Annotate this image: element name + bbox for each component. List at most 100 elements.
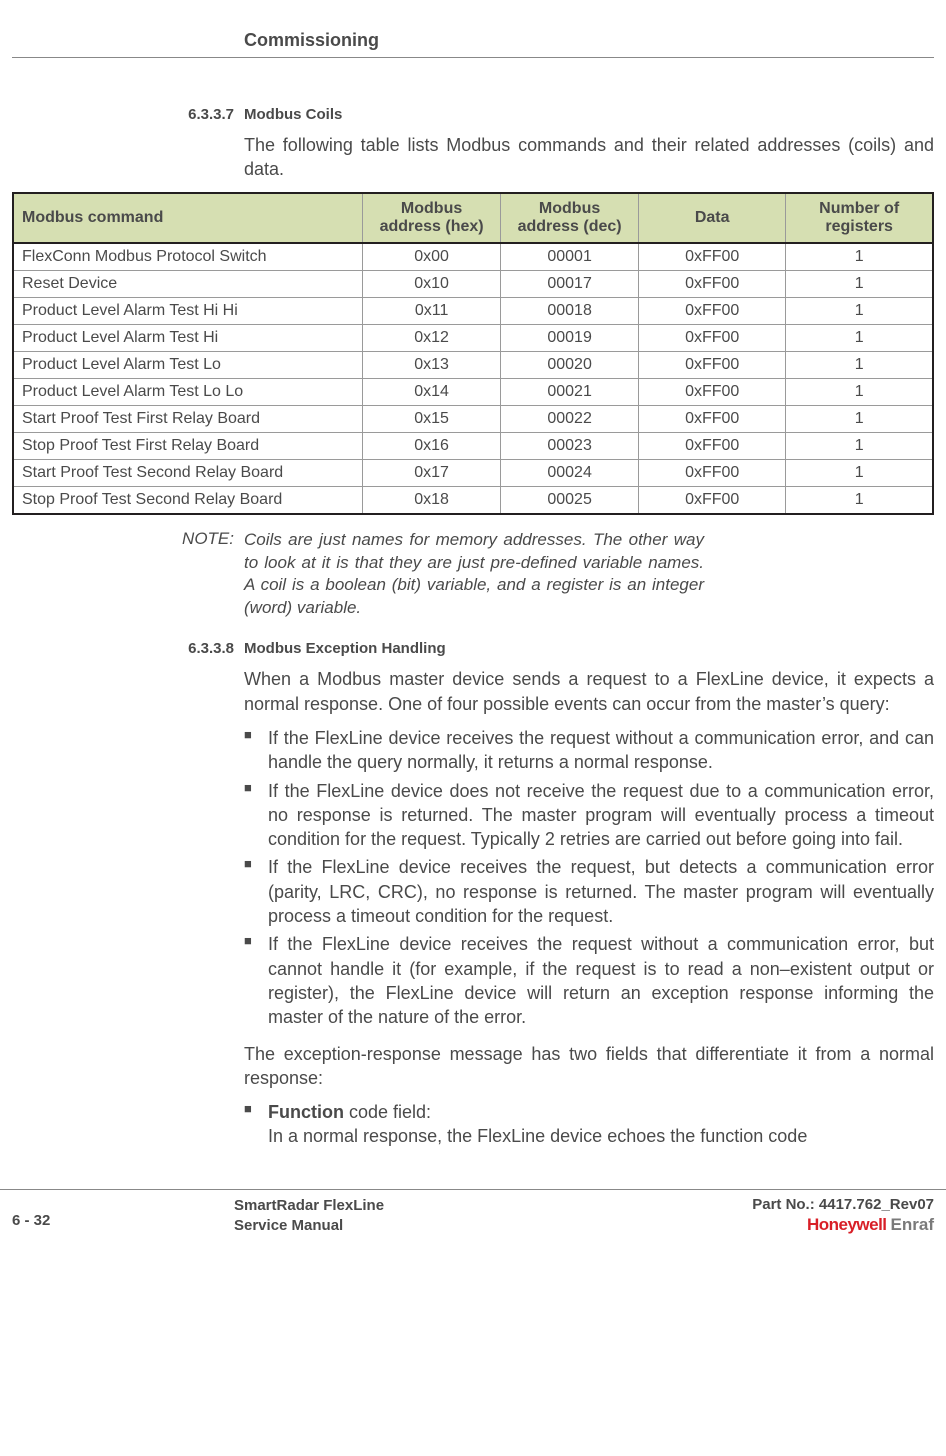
- col-header-addr-dec: Modbus address (dec): [501, 193, 639, 243]
- table-cell: 0xFF00: [639, 459, 786, 486]
- page-footer: 6 - 32 SmartRadar FlexLine Service Manua…: [0, 1189, 946, 1237]
- table-cell: 1: [786, 297, 933, 324]
- table-cell: Stop Proof Test Second Relay Board: [13, 486, 363, 514]
- table-cell: 0x18: [363, 486, 501, 514]
- table-header-row: Modbus command Modbus address (hex) Modb…: [13, 193, 933, 243]
- function-rest: code field:: [344, 1102, 431, 1122]
- brand-enraf: Enraf: [891, 1215, 934, 1234]
- table-cell: 0xFF00: [639, 486, 786, 514]
- note-block: NOTE: Coils are just names for memory ad…: [12, 529, 934, 621]
- list-item: If the FlexLine device receives the requ…: [244, 932, 934, 1029]
- table-cell: 1: [786, 459, 933, 486]
- section-heading-6-3-3-8: 6.3.3.8 Modbus Exception Handling: [12, 640, 934, 657]
- table-cell: Product Level Alarm Test Lo Lo: [13, 378, 363, 405]
- table-cell: Product Level Alarm Test Lo: [13, 351, 363, 378]
- chapter-title: Commissioning: [244, 30, 934, 51]
- table-cell: 0x11: [363, 297, 501, 324]
- table-cell: 0xFF00: [639, 378, 786, 405]
- table-cell: 0x17: [363, 459, 501, 486]
- table-row: Product Level Alarm Test Lo Lo0x14000210…: [13, 378, 933, 405]
- section-number: 6.3.3.8: [12, 640, 244, 657]
- table-cell: 1: [786, 351, 933, 378]
- list-item: Function code field: In a normal respons…: [244, 1100, 934, 1149]
- footer-right: Part No.: 4417.762_Rev07 HoneywellEnraf: [752, 1196, 934, 1235]
- table-cell: 0xFF00: [639, 405, 786, 432]
- table-cell: Product Level Alarm Test Hi: [13, 324, 363, 351]
- table-row: Start Proof Test First Relay Board0x1500…: [13, 405, 933, 432]
- function-body: In a normal response, the FlexLine devic…: [268, 1126, 807, 1146]
- table-cell: 0xFF00: [639, 270, 786, 297]
- table-cell: Stop Proof Test First Relay Board: [13, 432, 363, 459]
- table-row: Reset Device0x10000170xFF001: [13, 270, 933, 297]
- table-cell: 0xFF00: [639, 324, 786, 351]
- table-cell: Product Level Alarm Test Hi Hi: [13, 297, 363, 324]
- table-cell: 00021: [501, 378, 639, 405]
- table-cell: 1: [786, 243, 933, 271]
- table-row: Product Level Alarm Test Hi Hi0x11000180…: [13, 297, 933, 324]
- section-paragraph: The exception-response message has two f…: [244, 1042, 934, 1091]
- table-cell: 1: [786, 324, 933, 351]
- table-cell: 00022: [501, 405, 639, 432]
- table-cell: 00023: [501, 432, 639, 459]
- part-number: Part No.: 4417.762_Rev07: [752, 1196, 934, 1213]
- table-cell: 0x13: [363, 351, 501, 378]
- table-cell: 0x00: [363, 243, 501, 271]
- brand-honeywell: Honeywell: [807, 1215, 887, 1234]
- table-cell: Start Proof Test First Relay Board: [13, 405, 363, 432]
- table-cell: 00017: [501, 270, 639, 297]
- section-paragraph: When a Modbus master device sends a requ…: [244, 667, 934, 716]
- table-cell: 0x14: [363, 378, 501, 405]
- footer-title-line1: SmartRadar FlexLine: [234, 1196, 752, 1216]
- table-row: FlexConn Modbus Protocol Switch0x0000001…: [13, 243, 933, 271]
- table-cell: 00018: [501, 297, 639, 324]
- table-cell: Reset Device: [13, 270, 363, 297]
- table-cell: 00025: [501, 486, 639, 514]
- table-cell: 0x16: [363, 432, 501, 459]
- section-title: Modbus Coils: [244, 106, 342, 123]
- col-header-addr-hex: Modbus address (hex): [363, 193, 501, 243]
- table-row: Stop Proof Test Second Relay Board0x1800…: [13, 486, 933, 514]
- list-item: If the FlexLine device receives the requ…: [244, 855, 934, 928]
- table-cell: 00020: [501, 351, 639, 378]
- table-cell: 00024: [501, 459, 639, 486]
- table-row: Product Level Alarm Test Hi0x12000190xFF…: [13, 324, 933, 351]
- brand-logo: HoneywellEnraf: [752, 1215, 934, 1235]
- table-row: Start Proof Test Second Relay Board0x170…: [13, 459, 933, 486]
- function-field-list: Function code field: In a normal respons…: [244, 1100, 934, 1149]
- table-cell: Start Proof Test Second Relay Board: [13, 459, 363, 486]
- table-cell: 1: [786, 405, 933, 432]
- table-cell: 00019: [501, 324, 639, 351]
- table-cell: 0xFF00: [639, 432, 786, 459]
- footer-title: SmartRadar FlexLine Service Manual: [234, 1196, 752, 1237]
- table-row: Stop Proof Test First Relay Board0x16000…: [13, 432, 933, 459]
- list-item: If the FlexLine device does not receive …: [244, 779, 934, 852]
- table-body: FlexConn Modbus Protocol Switch0x0000001…: [13, 243, 933, 514]
- col-header-data: Data: [639, 193, 786, 243]
- table-cell: 00001: [501, 243, 639, 271]
- section-heading-6-3-3-7: 6.3.3.7 Modbus Coils: [12, 106, 934, 123]
- col-header-command: Modbus command: [13, 193, 363, 243]
- section-intro-text: The following table lists Modbus command…: [244, 133, 934, 182]
- note-text: Coils are just names for memory addresse…: [244, 529, 704, 621]
- table-cell: 0xFF00: [639, 351, 786, 378]
- table-cell: 0x15: [363, 405, 501, 432]
- table-cell: FlexConn Modbus Protocol Switch: [13, 243, 363, 271]
- list-item: If the FlexLine device receives the requ…: [244, 726, 934, 775]
- modbus-coils-table: Modbus command Modbus address (hex) Modb…: [12, 192, 934, 515]
- table-cell: 0xFF00: [639, 297, 786, 324]
- table-cell: 1: [786, 270, 933, 297]
- note-label: NOTE:: [12, 529, 244, 621]
- table-cell: 0x12: [363, 324, 501, 351]
- page-header: Commissioning: [12, 30, 934, 58]
- table-cell: 1: [786, 432, 933, 459]
- function-label: Function: [268, 1102, 344, 1122]
- events-bullet-list: If the FlexLine device receives the requ…: [244, 726, 934, 1030]
- table-cell: 0x10: [363, 270, 501, 297]
- col-header-registers: Number of registers: [786, 193, 933, 243]
- table-cell: 0xFF00: [639, 243, 786, 271]
- table-cell: 1: [786, 378, 933, 405]
- footer-title-line2: Service Manual: [234, 1216, 752, 1236]
- section-title: Modbus Exception Handling: [244, 640, 446, 657]
- table-row: Product Level Alarm Test Lo0x13000200xFF…: [13, 351, 933, 378]
- page-number: 6 - 32: [12, 1196, 234, 1229]
